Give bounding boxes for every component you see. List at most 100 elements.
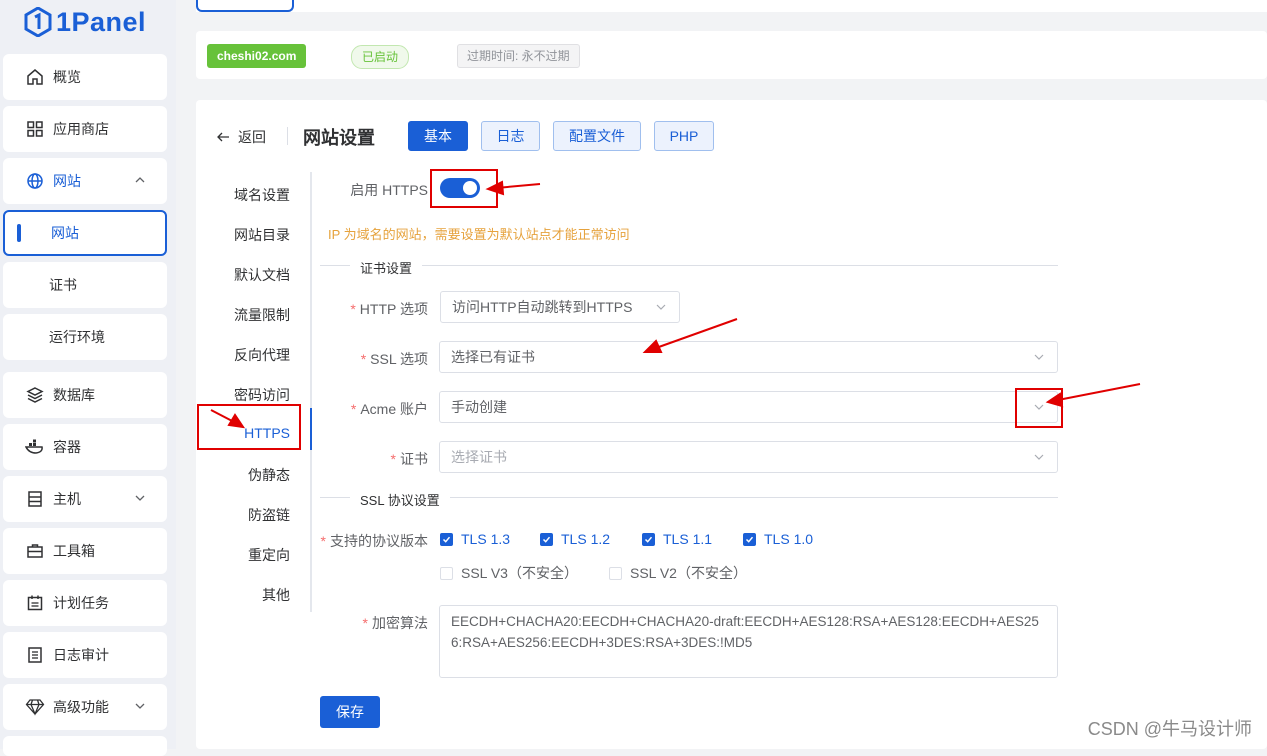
checkbox-sslv2[interactable]: SSL V2（不安全） <box>609 563 747 583</box>
tab-basic[interactable]: 基本 <box>408 121 468 151</box>
expire-badge: 过期时间: 永不过期 <box>457 44 580 68</box>
logo-icon <box>24 7 52 37</box>
sidebar-item-label: 容器 <box>53 439 81 455</box>
settings-menu: 域名设置 网站目录 默认文档 流量限制 反向代理 密码访问 HTTPS 伪静态 … <box>196 172 312 612</box>
sidebar-subitem-runtime[interactable]: 运行环境 <box>3 314 167 360</box>
back-button[interactable]: 返回 <box>216 127 266 147</box>
sidebar-item-label: 工具箱 <box>53 543 95 559</box>
sidebar-item-app-store[interactable]: 应用商店 <box>3 106 167 152</box>
sidebar-subitem-certificate[interactable]: 证书 <box>3 262 167 308</box>
required-mark: * <box>390 451 396 467</box>
label-text: SSL 选项 <box>370 351 428 367</box>
sidebar-item-label: 计划任务 <box>53 595 109 611</box>
tab-php[interactable]: PHP <box>654 121 714 151</box>
select-value: 手动创建 <box>451 399 507 415</box>
required-mark: * <box>320 533 326 549</box>
save-button[interactable]: 保存 <box>320 696 380 728</box>
sidebar-item-label: 网站 <box>53 173 81 189</box>
ssl-option-select[interactable]: 选择已有证书 <box>439 341 1058 373</box>
select-value: 选择已有证书 <box>451 349 535 365</box>
menu-item-anti-leech[interactable]: 防盗链 <box>248 505 290 525</box>
select-placeholder: 选择证书 <box>451 449 507 465</box>
menu-item-default-doc[interactable]: 默认文档 <box>234 265 290 285</box>
sidebar-item-database[interactable]: 数据库 <box>3 372 167 418</box>
back-label: 返回 <box>238 129 266 145</box>
label-text: HTTP 选项 <box>359 301 428 317</box>
domain-tag[interactable]: cheshi02.com <box>207 44 307 68</box>
http-option-label: * HTTP 选项 <box>328 299 428 319</box>
status-badge: 已启动 <box>351 45 410 69</box>
acme-account-select[interactable]: 手动创建 <box>439 391 1058 423</box>
checkbox-tls11[interactable]: TLS 1.1 <box>642 531 712 547</box>
container-icon <box>25 437 45 457</box>
label-text: Acme 账户 <box>360 401 428 417</box>
menu-item-rewrite[interactable]: 伪静态 <box>248 465 290 485</box>
host-icon <box>25 489 45 509</box>
logo-text: 1Panel <box>56 6 147 37</box>
checkbox-tls12[interactable]: TLS 1.2 <box>540 531 610 547</box>
menu-item-other[interactable]: 其他 <box>262 585 290 605</box>
sidebar-item-label: 证书 <box>49 277 77 293</box>
https-label: 启用 HTTPS <box>350 182 428 198</box>
menu-item-reverse-proxy[interactable]: 反向代理 <box>234 345 290 365</box>
tab-log[interactable]: 日志 <box>481 121 540 151</box>
database-icon <box>25 385 45 405</box>
menu-item-site-dir[interactable]: 网站目录 <box>234 225 290 245</box>
sidebar-item-overview[interactable]: 概览 <box>3 54 167 100</box>
watermark: CSDN @牛马设计师 <box>1087 719 1252 739</box>
menu-item-rate-limit[interactable]: 流量限制 <box>234 305 290 325</box>
certificate-select[interactable]: 选择证书 <box>439 441 1058 473</box>
chevron-down-icon <box>1034 454 1044 460</box>
sidebar-subitem-website[interactable]: 网站 <box>3 210 167 256</box>
required-mark: * <box>362 615 368 631</box>
checkbox-label: TLS 1.3 <box>461 531 511 547</box>
label-text: 支持的协议版本 <box>330 533 428 549</box>
sidebar-item-toolbox[interactable]: 工具箱 <box>3 528 167 574</box>
app-logo[interactable]: 1Panel <box>24 6 146 38</box>
http-option-select[interactable]: 访问HTTP自动跳转到HTTPS <box>440 291 680 323</box>
chevron-down-icon <box>656 304 666 310</box>
top-tab-stub[interactable] <box>196 0 294 12</box>
sidebar-item-label: 日志审计 <box>53 647 109 663</box>
chevron-down-icon <box>135 703 145 709</box>
checkbox-box <box>743 532 756 546</box>
log-icon <box>25 645 45 665</box>
required-mark: * <box>350 301 356 317</box>
sidebar-item-cron[interactable]: 计划任务 <box>3 580 167 626</box>
chevron-down-icon <box>1034 354 1044 360</box>
menu-item-redirect[interactable]: 重定向 <box>248 545 290 565</box>
checkbox-label: SSL V3（不安全） <box>461 565 578 581</box>
toolbox-icon <box>25 541 45 561</box>
menu-active-indicator <box>310 408 312 450</box>
sidebar-item-website[interactable]: 网站 <box>3 158 167 204</box>
checkbox-label: TLS 1.1 <box>663 531 713 547</box>
sidebar: 1Panel 概览 应用商店 网站 网站 证书 运行环境 数据库 容器 主机 工… <box>0 0 176 756</box>
ip-warning-text: IP 为域名的网站，需要设置为默认站点才能正常访问 <box>328 227 630 242</box>
sidebar-item-label: 概览 <box>53 69 81 85</box>
certificate-label: * 证书 <box>328 449 428 469</box>
check-icon <box>442 536 451 543</box>
home-icon <box>25 67 45 87</box>
sidebar-item-label: 应用商店 <box>53 121 109 137</box>
tab-config-file[interactable]: 配置文件 <box>553 121 641 151</box>
checkbox-box <box>642 532 655 546</box>
cert-section-title: 证书设置 <box>350 258 423 277</box>
globe-icon <box>25 171 45 191</box>
checkbox-label: SSL V2（不安全） <box>630 565 747 581</box>
sidebar-item-container[interactable]: 容器 <box>3 424 167 470</box>
checkbox-sslv3[interactable]: SSL V3（不安全） <box>440 563 578 583</box>
sidebar-item-host[interactable]: 主机 <box>3 476 167 522</box>
menu-item-domain[interactable]: 域名设置 <box>234 185 290 205</box>
site-info-card: cheshi02.com 已启动 过期时间: 永不过期 <box>196 31 1267 79</box>
cipher-textarea[interactable]: EECDH+CHACHA20:EECDH+CHACHA20-draft:EECD… <box>439 605 1058 678</box>
required-mark: * <box>360 351 367 367</box>
sidebar-item-label: 网站 <box>51 225 79 241</box>
checkbox-box <box>609 566 622 580</box>
chevron-down-icon <box>135 495 145 501</box>
menu-item-password-access[interactable]: 密码访问 <box>234 385 290 405</box>
sidebar-item-advanced[interactable]: 高级功能 <box>3 684 167 730</box>
checkbox-box <box>440 566 453 580</box>
checkbox-tls10[interactable]: TLS 1.0 <box>743 531 813 547</box>
checkbox-tls13[interactable]: TLS 1.3 <box>440 531 510 547</box>
sidebar-item-log-audit[interactable]: 日志审计 <box>3 632 167 678</box>
